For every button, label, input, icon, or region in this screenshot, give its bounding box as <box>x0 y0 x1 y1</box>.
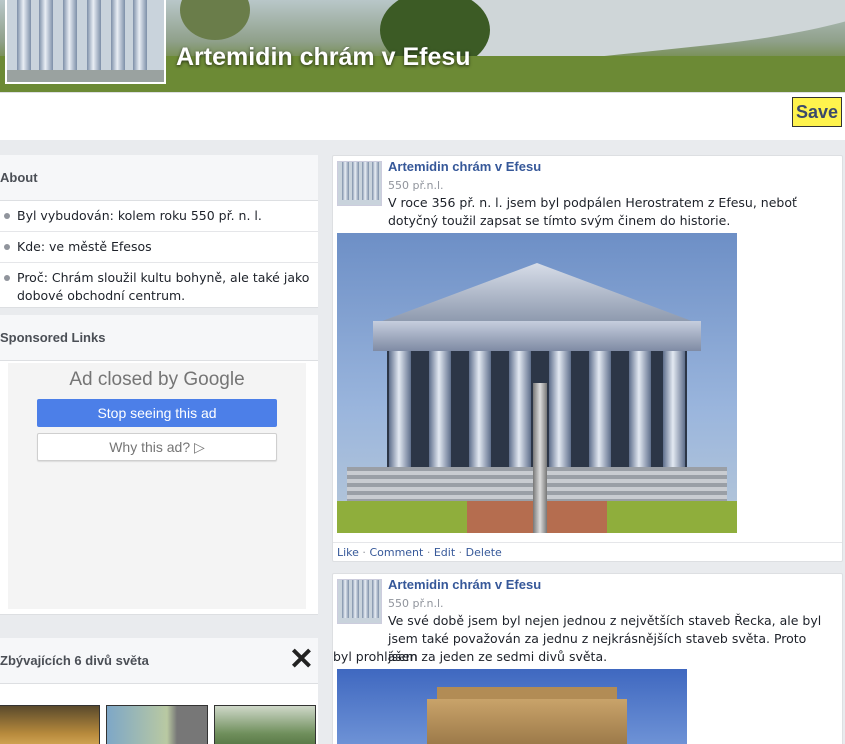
cover-tree <box>180 0 250 40</box>
cover-photo: Artemidin chrám v Efesu <box>0 0 845 92</box>
grass <box>337 501 467 533</box>
temple-column <box>589 351 611 467</box>
column <box>342 162 349 200</box>
stop-seeing-ad-button[interactable]: Stop seeing this ad <box>37 399 277 427</box>
google-logo: Google <box>183 369 245 390</box>
column <box>352 162 359 200</box>
post-photo-parthenon[interactable] <box>337 669 687 744</box>
post: Artemidin chrám v Efesu 550 př.n.l. V ro… <box>332 155 843 562</box>
page-title: Artemidin chrám v Efesu <box>176 43 471 71</box>
save-button[interactable]: Save <box>792 97 842 127</box>
post-author-link[interactable]: Artemidin chrám v Efesu <box>388 577 541 592</box>
ad-box: Ad closed by Google Stop seeing this ad … <box>8 363 306 609</box>
post: Artemidin chrám v Efesu 550 př.n.l. Ve s… <box>332 573 843 744</box>
bullet-icon <box>4 213 10 219</box>
column <box>372 162 379 200</box>
column <box>39 0 53 74</box>
post-author-link[interactable]: Artemidin chrám v Efesu <box>388 159 541 174</box>
column <box>63 0 77 74</box>
toolbar: Save <box>0 92 845 140</box>
temple-beam <box>373 321 701 351</box>
wonders-panel: Zbývajících 6 divů světa ✕ <box>0 638 318 744</box>
profile-picture[interactable] <box>5 0 166 84</box>
about-item-why: Proč: Chrám sloužil kultu bohyně, ale ta… <box>0 263 318 311</box>
post-text-continued: byl prohlášen za jeden ze sedmi divů svě… <box>333 649 608 664</box>
sponsored-panel: Sponsored Links Ad closed by Google Stop… <box>0 315 318 615</box>
about-item-text: Proč: Chrám sloužil kultu bohyně, ale ta… <box>17 270 310 303</box>
column <box>111 0 125 74</box>
avatar[interactable] <box>337 161 382 206</box>
about-panel: About Byl vybudován: kolem roku 550 př. … <box>0 155 318 308</box>
temple-column <box>389 351 411 467</box>
temple-column <box>629 351 651 467</box>
grass <box>607 501 737 533</box>
about-item-text: Byl vybudován: kolem roku 550 př. n. l. <box>17 208 262 223</box>
about-item-built: Byl vybudován: kolem roku 550 př. n. l. <box>0 201 318 232</box>
about-item-where: Kde: ve městě Efesos <box>0 232 318 263</box>
temple-roof <box>377 263 697 323</box>
column <box>372 580 379 618</box>
wonder-thumbnail-gardens[interactable] <box>214 705 316 744</box>
column <box>133 0 147 74</box>
close-icon[interactable]: ✕ <box>289 642 314 678</box>
column <box>87 0 101 74</box>
column <box>352 580 359 618</box>
why-this-ad-button[interactable]: Why this ad? ▷ <box>37 433 277 461</box>
statue <box>533 383 547 533</box>
comment-link[interactable]: Comment <box>369 546 423 559</box>
wonder-thumbnail-colossus[interactable] <box>106 705 208 744</box>
about-item-text: Kde: ve městě Efesos <box>17 239 152 254</box>
post-date[interactable]: 550 př.n.l. <box>388 597 444 610</box>
temple-column <box>509 351 531 467</box>
column <box>342 580 349 618</box>
column <box>362 162 369 200</box>
column <box>362 580 369 618</box>
temple-column <box>469 351 491 467</box>
delete-link[interactable]: Delete <box>466 546 502 559</box>
temple-column <box>429 351 451 467</box>
column <box>17 0 31 74</box>
like-link[interactable]: Like <box>337 546 359 559</box>
column-base <box>7 70 164 82</box>
parthenon-columns <box>427 699 627 744</box>
bullet-icon <box>4 244 10 250</box>
ad-closed-text: Ad closed by Google <box>69 369 245 390</box>
about-header: About <box>0 155 318 201</box>
post-photo-temple[interactable] <box>337 233 737 533</box>
post-date[interactable]: 550 př.n.l. <box>388 179 444 192</box>
post-actions: Like · Comment · Edit · Delete <box>333 542 842 562</box>
avatar[interactable] <box>337 579 382 624</box>
wonders-header: Zbývajících 6 divů světa <box>0 638 318 684</box>
sponsored-header: Sponsored Links <box>0 315 318 361</box>
edit-link[interactable]: Edit <box>434 546 455 559</box>
temple-column <box>549 351 571 467</box>
post-text: V roce 356 př. n. l. jsem byl podpálen H… <box>388 195 797 228</box>
temple-column <box>663 351 685 467</box>
wonder-thumbnail-pyramids[interactable] <box>0 705 100 744</box>
bullet-icon <box>4 275 10 281</box>
